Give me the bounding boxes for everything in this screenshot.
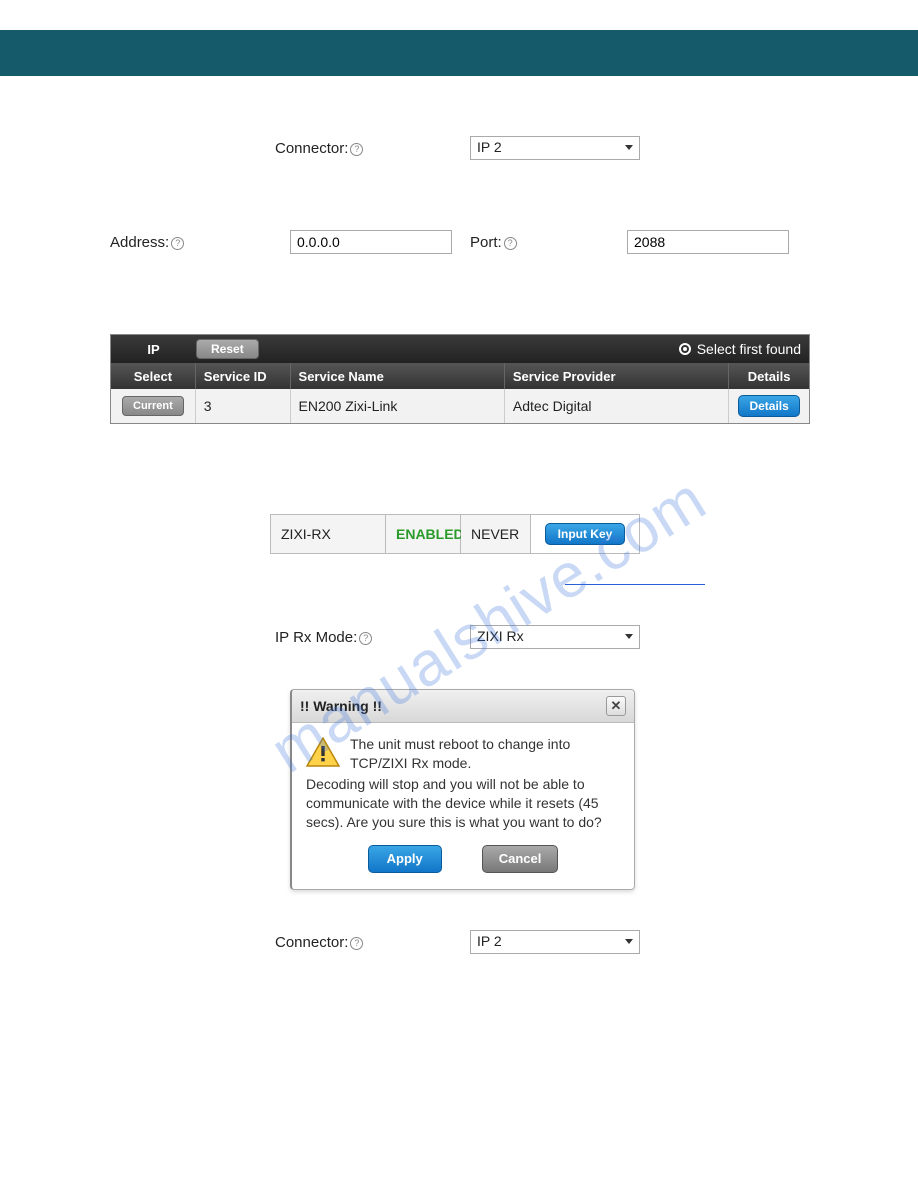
details-button[interactable]: Details xyxy=(738,395,799,417)
cancel-button[interactable]: Cancel xyxy=(482,845,559,873)
dialog-line1: The unit must reboot to change into TCP/… xyxy=(350,735,620,773)
iprx-select-value: ZIXI Rx xyxy=(477,628,524,644)
warning-icon xyxy=(306,737,340,767)
cell-service-provider: Adtec Digital xyxy=(505,389,729,423)
service-table-header: Select Service ID Service Name Service P… xyxy=(111,363,809,389)
port-input[interactable] xyxy=(627,230,789,254)
connector2-select[interactable]: IP 2 xyxy=(470,930,640,954)
dialog-body-text: Decoding will stop and you will not be a… xyxy=(306,775,620,832)
divider xyxy=(565,584,705,585)
help-icon[interactable]: ? xyxy=(171,237,184,250)
connector2-select-value: IP 2 xyxy=(477,933,502,949)
iprx-select[interactable]: ZIXI Rx xyxy=(470,625,640,649)
chevron-down-icon xyxy=(625,939,633,944)
col-service-provider: Service Provider xyxy=(505,363,729,389)
select-first-found-label: Select first found xyxy=(697,341,801,357)
input-key-button[interactable]: Input Key xyxy=(545,523,626,545)
service-table: IP Reset Select first found Select Servi… xyxy=(110,334,810,424)
reset-button[interactable]: Reset xyxy=(196,339,259,359)
zixi-expires: NEVER xyxy=(461,515,531,553)
col-service-name: Service Name xyxy=(291,363,505,389)
help-icon[interactable]: ? xyxy=(359,632,372,645)
table-row: Current 3 EN200 Zixi-Link Adtec Digital … xyxy=(111,389,809,423)
help-icon[interactable]: ? xyxy=(504,237,517,250)
select-first-found[interactable]: Select first found xyxy=(679,341,809,357)
cell-service-id: 3 xyxy=(196,389,291,423)
address-label: Address:? xyxy=(110,234,290,251)
help-icon[interactable]: ? xyxy=(350,143,363,156)
close-icon[interactable]: ✕ xyxy=(606,696,626,716)
col-service-id: Service ID xyxy=(196,363,291,389)
connector-select[interactable]: IP 2 xyxy=(470,136,640,160)
col-select: Select xyxy=(111,363,196,389)
dialog-title: !! Warning !! xyxy=(300,698,382,714)
connector-select-value: IP 2 xyxy=(477,139,502,155)
iprx-label: IP Rx Mode:? xyxy=(275,629,470,646)
chevron-down-icon xyxy=(625,634,633,639)
warning-dialog: !! Warning !! ✕ The unit must reboot to … xyxy=(290,689,635,890)
zixi-status: ENABLED xyxy=(386,515,461,553)
col-details: Details xyxy=(729,363,809,389)
zixi-name: ZIXI-RX xyxy=(271,515,386,553)
connector-label: Connector:? xyxy=(275,140,470,157)
current-button[interactable]: Current xyxy=(122,396,184,416)
chevron-down-icon xyxy=(625,145,633,150)
apply-button[interactable]: Apply xyxy=(368,845,442,873)
zixi-status-row: ZIXI-RX ENABLED NEVER Input Key xyxy=(270,514,640,554)
radio-icon xyxy=(679,343,691,355)
address-input[interactable] xyxy=(290,230,452,254)
connector2-label: Connector:? xyxy=(275,934,470,951)
service-table-topbar: IP Reset Select first found xyxy=(111,335,809,363)
help-icon[interactable]: ? xyxy=(350,937,363,950)
port-label: Port:? xyxy=(452,234,627,251)
header-bar xyxy=(0,30,918,76)
ip-header: IP xyxy=(111,342,196,357)
cell-service-name: EN200 Zixi-Link xyxy=(291,389,505,423)
